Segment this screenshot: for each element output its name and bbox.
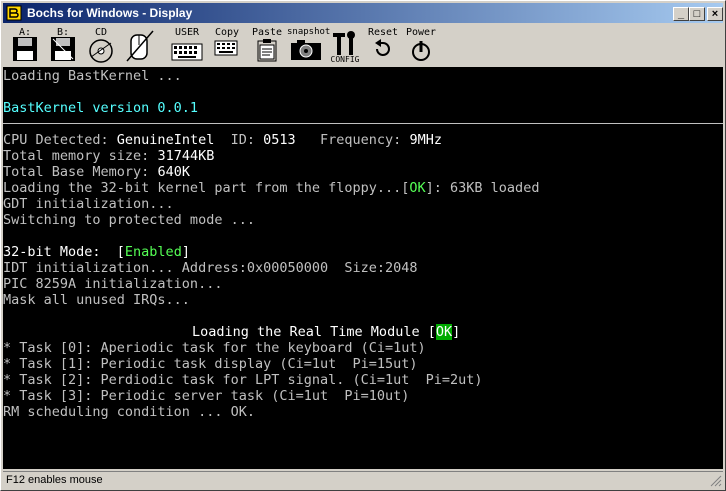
floppy-a-button[interactable]: A: [7, 27, 43, 65]
status-text: F12 enables mouse [6, 474, 103, 486]
load-prefix: Loading the 32-bit kernel part from the … [3, 180, 410, 196]
floppy-a-label: A: [18, 27, 32, 38]
task-line-1: * Task [1]: Periodic task display (Ci=1u… [3, 356, 418, 372]
floppy-b-button[interactable]: B: [45, 27, 81, 65]
cpu-freq-label: Frequency: [295, 132, 410, 148]
rt-prefix: Loading the Real Time Module [ [192, 324, 436, 340]
mem-base-value: 640K [157, 164, 190, 180]
maximize-button[interactable]: □ [689, 7, 705, 21]
task-line-3: * Task [3]: Periodic server task (Ci=1ut… [3, 388, 410, 404]
window-title: Bochs for Windows - Display [27, 6, 193, 20]
boot-line-mem-base: Total Base Memory: 640K [3, 164, 190, 180]
bochs-window: Bochs for Windows - Display _ □ × A: B: [0, 0, 726, 491]
snapshot-button[interactable]: snapshot [287, 27, 330, 65]
task-line-2: * Task [2]: Perdiodic task for LPT signa… [3, 372, 483, 388]
title-bar[interactable]: Bochs for Windows - Display _ □ × [3, 3, 723, 23]
clipboard-icon [257, 39, 277, 62]
cpu-id: 0513 [263, 132, 296, 148]
separator-line [3, 123, 723, 124]
boot-line-rm: RM scheduling condition ... OK. [3, 404, 255, 420]
close-button[interactable]: × [707, 7, 723, 21]
mode-suffix: ] [181, 244, 190, 260]
resize-grip-icon[interactable] [710, 475, 722, 487]
cpu-vendor: GenuineIntel [116, 132, 215, 148]
toolbar: A: B: CD USER Copy Paste snapshot CONFIG… [3, 25, 723, 66]
boot-line-version: BastKernel version 0.0.1 [3, 100, 199, 116]
reset-button[interactable]: Reset [365, 27, 401, 65]
paste-button[interactable]: Paste [249, 27, 285, 65]
floppy-b-label: B: [56, 27, 70, 38]
boot-line-pic: PIC 8259A initialization... [3, 276, 223, 292]
boot-line-gdt: GDT initialization... [3, 196, 174, 212]
mem-base-label: Total Base Memory: [3, 164, 158, 180]
mem-total-label: Total memory size: [3, 148, 158, 164]
copy-button[interactable]: Copy [209, 27, 245, 65]
boot-line-idt: IDT initialization... Address:0x00050000… [3, 260, 418, 276]
boot-line-mask: Mask all unused IRQs... [3, 292, 190, 308]
cdrom-label: CD [94, 27, 108, 38]
boot-line-cpu: CPU Detected: GenuineIntel ID: 0513 Freq… [3, 132, 442, 148]
boot-line-mem-total: Total memory size: 31744KB [3, 148, 214, 164]
mouse-button[interactable] [121, 27, 159, 65]
boot-line-mode: 32-bit Mode: [Enabled] [3, 244, 190, 260]
reset-arrow-icon [375, 39, 390, 56]
status-bar: F12 enables mouse [3, 471, 723, 488]
rt-suffix: ] [452, 324, 461, 340]
bochs-app-icon [6, 5, 22, 21]
clipboard-icon [214, 40, 238, 56]
user-button[interactable]: USER [169, 27, 205, 65]
vga-display[interactable]: Loading BastKernel ... BastKernel versio… [3, 67, 723, 469]
mouse-icon [126, 30, 154, 62]
keyboard-icon [171, 43, 203, 61]
boot-line-protected: Switching to protected mode ... [3, 212, 255, 228]
camera-icon [291, 40, 321, 60]
cpu-id-label: ID: [214, 132, 264, 148]
cpu-freq: 9MHz [409, 132, 442, 148]
load-suffix: ]: 63KB loaded [425, 180, 540, 196]
boot-line-rt-module: Loading the Real Time Module [OK] [192, 324, 460, 340]
power-button[interactable]: Power [403, 27, 439, 65]
power-icon [412, 41, 430, 61]
boot-line-loading: Loading BastKernel ... [3, 68, 182, 84]
rt-ok: OK [435, 324, 453, 340]
cdrom-button[interactable]: CD [83, 27, 119, 65]
mode-enabled: Enabled [124, 244, 182, 260]
load-ok: OK [409, 180, 426, 196]
minimize-button[interactable]: _ [673, 7, 689, 21]
config-button[interactable]: CONFIG [327, 27, 363, 65]
boot-line-kernel-load: Loading the 32-bit kernel part from the … [3, 180, 539, 196]
cpu-prefix: CPU Detected: [3, 132, 117, 148]
mode-prefix: 32-bit Mode: [ [3, 244, 125, 260]
config-label: CONFIG [330, 55, 360, 64]
mem-total-value: 31744KB [157, 148, 215, 164]
task-line-0: * Task [0]: Aperiodic task for the keybo… [3, 340, 426, 356]
